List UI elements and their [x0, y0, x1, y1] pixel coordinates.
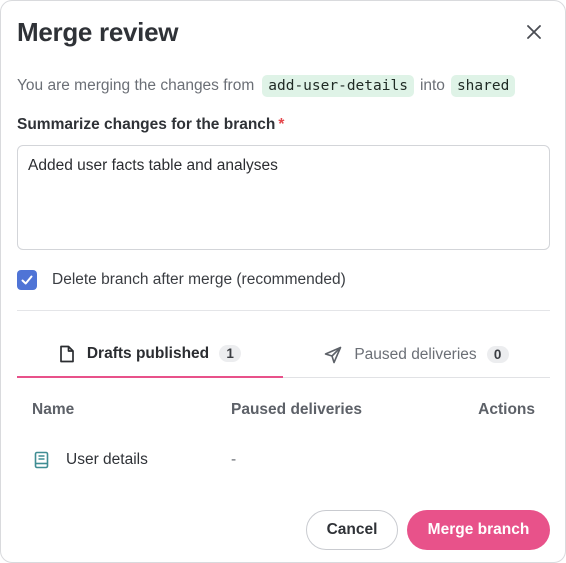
column-header-name: Name [32, 401, 75, 418]
table-row: User details - [1, 449, 566, 473]
merge-review-dialog: Merge review You are merging the changes… [0, 0, 566, 563]
summary-textarea[interactable]: Added user facts table and analyses [17, 145, 550, 250]
row-name[interactable]: User details [66, 451, 148, 469]
checkmark-icon [21, 275, 33, 285]
drafts-count-badge: 1 [219, 345, 242, 362]
merge-description: You are merging the changes from add-use… [17, 73, 521, 99]
book-icon [34, 451, 49, 469]
merge-connector-text: into [419, 77, 445, 94]
tab-paused-label: Paused deliveries [354, 345, 477, 363]
merge-prefix-text: You are merging the changes from [17, 77, 255, 94]
column-header-paused: Paused deliveries [231, 401, 362, 418]
tab-drafts-label: Drafts published [86, 344, 210, 362]
tab-bar: Drafts published 1 Paused deliveries 0 [17, 331, 550, 378]
tab-paused-deliveries[interactable]: Paused deliveries 0 [283, 331, 550, 378]
close-icon [527, 25, 541, 39]
summary-label-text: Summarize changes for the branch [17, 116, 276, 133]
delete-branch-option[interactable]: Delete branch after merge (recommended) [17, 269, 346, 291]
cancel-button[interactable]: Cancel [306, 510, 398, 550]
dialog-title: Merge review [17, 17, 179, 47]
merge-branch-button[interactable]: Merge branch [407, 510, 550, 550]
source-branch-chip: add-user-details [262, 75, 414, 97]
column-header-actions: Actions [478, 401, 535, 418]
row-paused-value: - [231, 451, 237, 468]
summary-label: Summarize changes for the branch * [17, 116, 284, 134]
section-divider [17, 310, 550, 311]
delete-branch-checkbox[interactable] [17, 270, 37, 290]
target-branch-chip: shared [450, 75, 516, 97]
required-marker: * [278, 116, 285, 133]
close-button[interactable] [523, 21, 545, 43]
tab-drafts-published[interactable]: Drafts published 1 [17, 331, 283, 378]
send-icon [325, 346, 342, 363]
paused-count-badge: 0 [486, 346, 509, 363]
delete-branch-label: Delete branch after merge (recommended) [52, 271, 346, 288]
table-header: Name Paused deliveries Actions [1, 401, 566, 423]
document-icon [59, 345, 74, 362]
